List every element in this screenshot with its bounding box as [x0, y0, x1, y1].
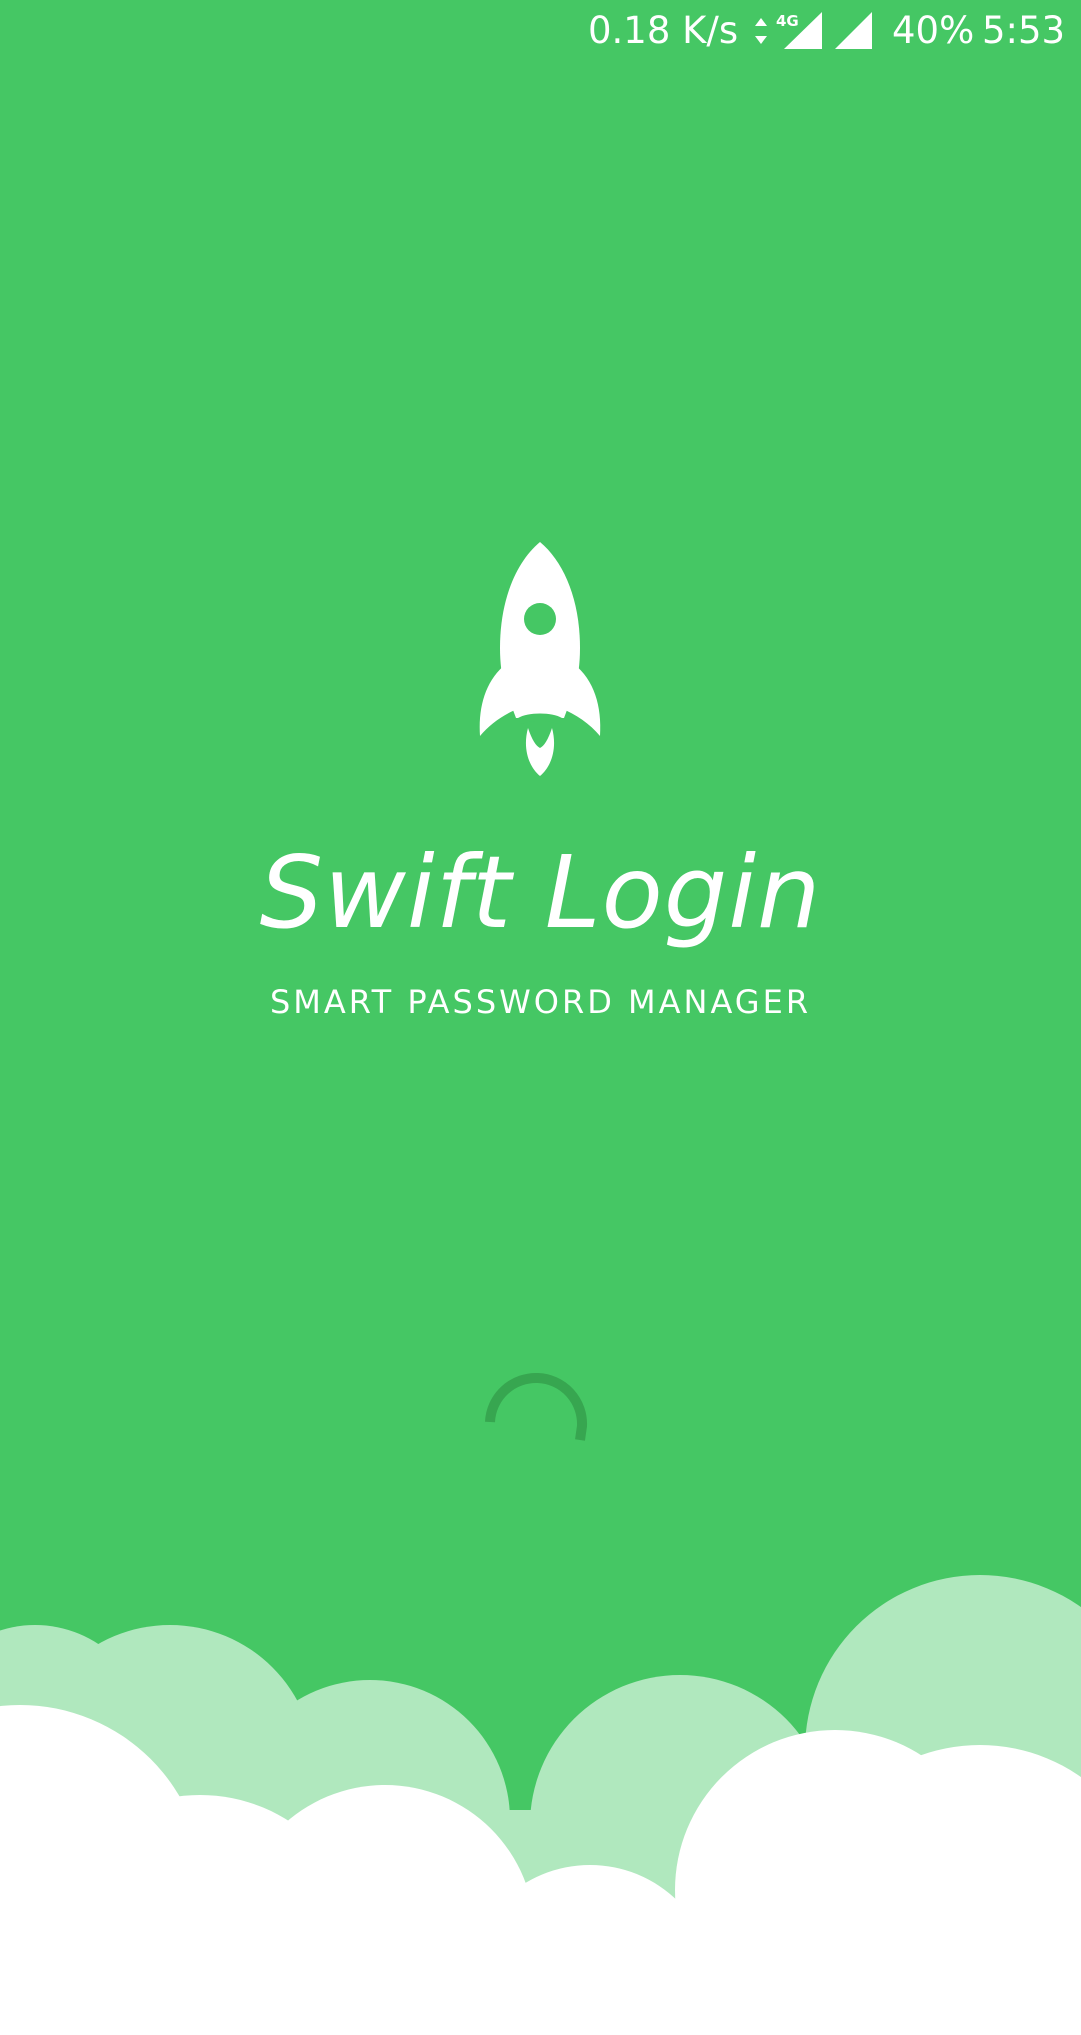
rocket-icon — [479, 542, 601, 776]
splash-screen: 0.18 K/s 4G 40% 5:53 Swift Login SMART P… — [0, 0, 1081, 2035]
app-tagline: SMART PASSWORD MANAGER — [269, 983, 812, 1021]
status-bar: 0.18 K/s 4G 40% 5:53 — [0, 0, 1081, 64]
app-title: Swift Login — [259, 834, 822, 951]
battery-percentage: 40% — [892, 9, 975, 52]
clouds-illustration — [0, 1575, 1081, 2035]
network-type-label: 4G — [776, 12, 799, 30]
clock: 5:53 — [982, 9, 1066, 52]
signal-icon — [835, 12, 872, 49]
signal-4g-icon: 4G — [776, 12, 822, 49]
network-speed: 0.18 K/s — [588, 9, 739, 52]
spinner-icon — [485, 1373, 588, 1441]
data-arrows-icon — [755, 18, 767, 44]
